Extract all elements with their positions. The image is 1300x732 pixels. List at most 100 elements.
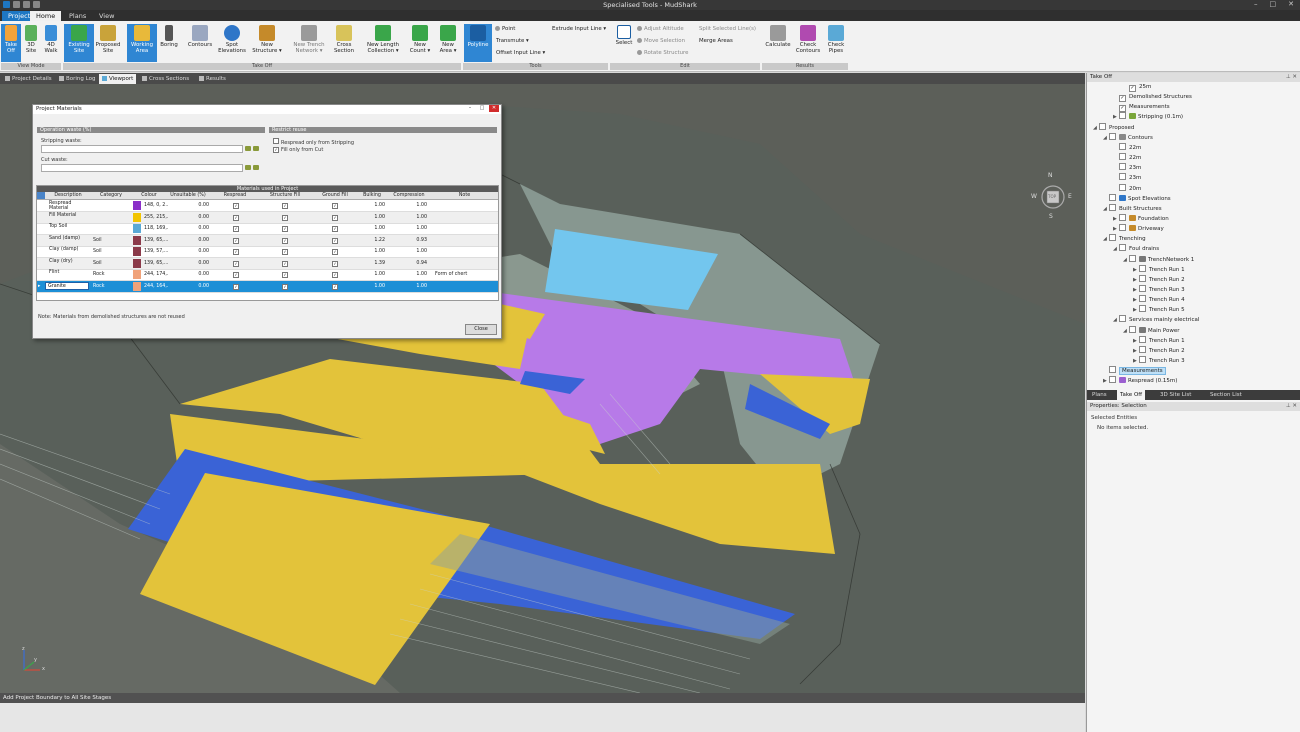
note-cell[interactable] [435,212,497,223]
category-cell[interactable] [93,200,131,211]
colour-value-cell[interactable]: 118, 169,... [144,223,168,234]
table-row[interactable]: Clay (damp) Soil 139, 57,... 0.00 ✓ ✓ ✓ 1.00 1.0… [37,246,498,258]
visibility-checkbox[interactable] [1119,173,1126,181]
respread-checkbox[interactable]: ✓ [233,203,239,209]
col-respread[interactable]: Respread [213,192,257,199]
rotate-structure-button[interactable]: Rotate Structure [637,50,688,57]
polyline-button[interactable]: Polyline [464,24,492,62]
visibility-checkbox[interactable] [1119,183,1126,191]
bulking-cell[interactable]: 1.00 [359,281,385,292]
structure-fill-checkbox[interactable]: ✓ [282,203,288,209]
bulking-cell[interactable]: 1.00 [359,246,385,257]
colour-value-cell[interactable]: 139, 65,... [144,235,168,246]
description-cell[interactable]: Fill Material [49,212,91,224]
bulking-cell[interactable]: 1.00 [359,223,385,234]
tab-cross-sections[interactable]: Cross Sections [139,74,192,84]
new-length-collection-button[interactable]: New Length Collection ▾ [364,24,402,62]
tree-node[interactable]: ◢ Proposed [1093,122,1134,133]
tree-node[interactable]: ◢ Foul drains [1113,244,1159,254]
ground-fill-checkbox[interactable]: ✓ [332,214,338,221]
unsuitable-cell[interactable]: 0.00 [177,269,209,280]
compression-cell[interactable]: 1.00 [393,269,427,280]
tree-node[interactable]: Measurements [1103,366,1166,376]
visibility-checkbox[interactable] [1099,122,1106,130]
ground-fill-checkbox[interactable]: ✓ [332,203,338,209]
table-row[interactable]: Clay (dry) Soil 139, 65,... 0.00 ✓ ✓ ✓ 1.39 0.94 [37,257,498,270]
description-cell[interactable]: Clay (damp) [49,246,91,258]
visibility-checkbox[interactable]: ✓ [1119,95,1126,103]
dialog-minimize-button[interactable]: – [465,105,475,112]
bulking-cell[interactable]: 1.00 [359,212,385,223]
panel-tab-section-list[interactable]: Section List [1207,390,1245,400]
bulking-cell[interactable]: 1.00 [359,269,385,280]
fill-only-checkbox[interactable]: ✓ [273,147,279,153]
ground-fill-checkbox[interactable]: ✓ [332,237,338,244]
panel-tab-take-off[interactable]: Take Off [1117,390,1146,400]
note-cell[interactable] [435,223,497,234]
compression-cell[interactable]: 1.00 [393,200,427,211]
compression-cell[interactable]: 0.93 [393,235,427,246]
table-row[interactable]: ▸ Granite Rock 244, 164,... 0.00 ✓ ✓ ✓ 1.00 1.00 [37,280,498,293]
description-edit-input[interactable]: Granite [45,281,89,290]
stripping-waste-edit-icon[interactable] [253,146,259,151]
dialog-maximize-button[interactable]: □ [477,105,487,112]
tree-node[interactable]: 20m [1113,183,1141,194]
tree-node[interactable]: ▶ Trench Run 3 [1133,356,1185,366]
tab-project-details[interactable]: Project Details [2,74,55,84]
move-selection-button[interactable]: Move Selection [637,38,685,45]
cut-waste-input[interactable] [41,164,243,172]
tree-node[interactable]: ◢ Services mainly electrical [1113,315,1199,325]
visibility-checkbox[interactable] [1129,325,1136,333]
split-selected-lines-button[interactable]: Split Selected Line(s) [699,26,756,33]
visibility-checkbox[interactable] [1119,163,1126,171]
tree-node[interactable]: ◢ TrenchNetwork 1 [1123,254,1194,265]
tree-node[interactable]: ✓ Demolished Structures [1113,92,1192,103]
table-row[interactable]: FlintRock 244, 174,... 0.00 ✓ ✓ ✓ 1.00 1.00 Form… [37,269,498,281]
category-cell[interactable] [93,223,131,234]
point-button[interactable]: Point [495,26,515,33]
working-area-button[interactable]: Working Area [127,24,157,62]
new-structure-button[interactable]: New Structure ▾ [252,24,282,62]
spot-elevations-button[interactable]: Spot Elevations [217,24,247,62]
col-unsuitable[interactable]: Unsuitable (%) [167,192,209,199]
visibility-checkbox[interactable]: ✓ [1119,105,1126,113]
visibility-checkbox[interactable] [1119,244,1126,252]
tree-node[interactable]: ▶ Trench Run 5 [1133,305,1185,315]
existing-site-button[interactable]: Existing Site [64,24,94,62]
visibility-checkbox[interactable] [1109,203,1116,211]
tab-home[interactable]: Home [30,11,62,21]
colour-value-cell[interactable]: 255, 215,... [144,212,168,223]
table-row[interactable]: Sand (damp) Soil 139, 65,... 0.00 ✓ ✓ ✓ 1.22 0.9… [37,234,498,247]
visibility-checkbox[interactable] [1109,234,1116,242]
respread-checkbox[interactable]: ✓ [233,249,239,255]
unsuitable-cell[interactable]: 0.00 [177,281,209,292]
visibility-checkbox[interactable] [1109,193,1116,201]
colour-swatch[interactable] [133,258,141,268]
structure-fill-checkbox[interactable]: ✓ [282,260,288,267]
visibility-checkbox[interactable] [1139,305,1146,313]
category-cell[interactable]: Rock [93,269,131,280]
extrude-input-line-button[interactable]: Extrude Input Line ▾ [552,26,606,33]
merge-areas-button[interactable]: Merge Areas [699,38,733,45]
colour-swatch[interactable] [133,281,141,291]
offset-input-line-button[interactable]: Offset Input Line ▾ [496,50,545,57]
note-cell[interactable] [435,258,497,269]
pin-icon[interactable]: ⊥ ✕ [1286,73,1297,82]
cut-waste-picker-icon[interactable] [245,165,251,170]
close-window-button[interactable]: ✕ [1288,0,1294,8]
ground-fill-checkbox[interactable]: ✓ [332,260,338,267]
visibility-checkbox[interactable] [1109,376,1116,384]
category-cell[interactable]: Rock [93,281,131,292]
colour-value-cell[interactable]: 244, 174,... [144,269,168,280]
panel-tab-plans[interactable]: Plans [1089,390,1110,400]
compression-cell[interactable]: 1.00 [393,246,427,257]
visibility-checkbox[interactable] [1139,264,1146,272]
note-cell[interactable] [435,235,497,246]
col-category[interactable]: Category [91,192,131,199]
visibility-checkbox[interactable] [1119,315,1126,323]
description-cell[interactable]: Top Soil [49,223,91,235]
visibility-checkbox[interactable] [1139,295,1146,303]
unsuitable-cell[interactable]: 0.00 [177,200,209,211]
unsuitable-cell[interactable]: 0.00 [177,258,209,269]
visibility-checkbox[interactable] [1119,112,1126,120]
